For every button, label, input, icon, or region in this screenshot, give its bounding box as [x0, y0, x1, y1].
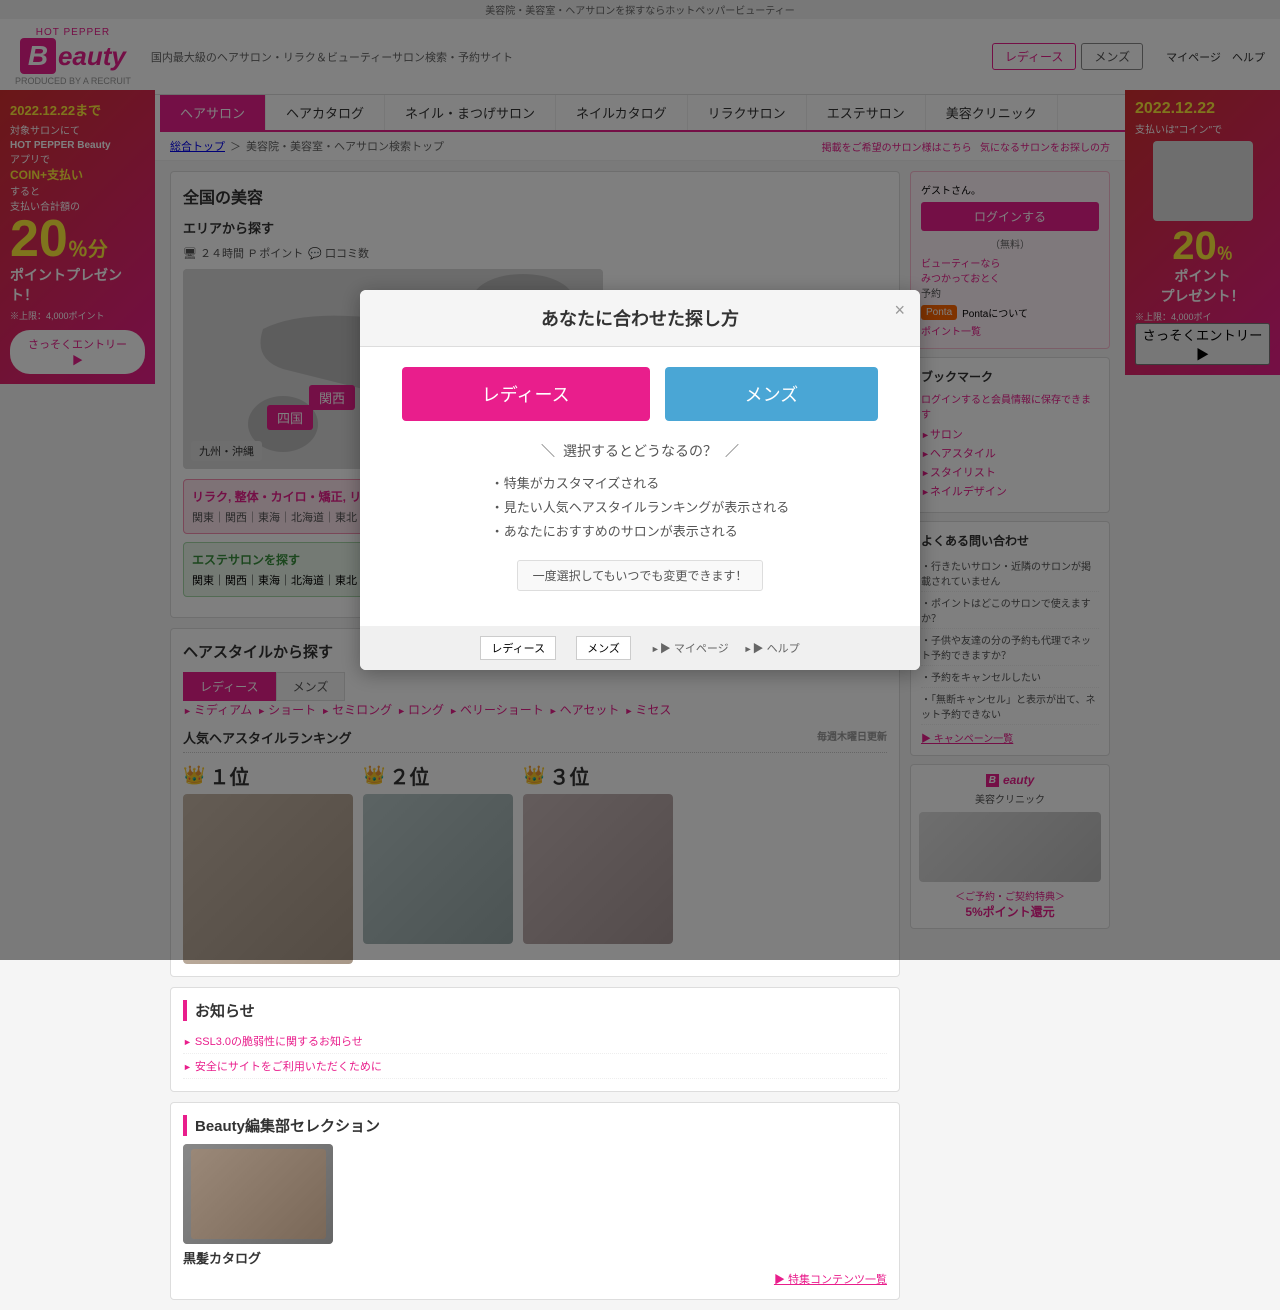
selection-grid: 黒髪カタログ — [183, 1144, 887, 1267]
selection-item-1: 黒髪カタログ — [183, 1144, 333, 1267]
news-section: お知らせ SSL3.0の脆弱性に関するお知らせ 安全にサイトをご利用いただくため… — [170, 987, 900, 1092]
modal-ladies-button[interactable]: レディース — [402, 367, 650, 421]
selection-image-1[interactable] — [183, 1144, 333, 1244]
modal-body: レディース メンズ 選択するとどうなるの？ 特集がカスタマイズされる 見たい人気… — [360, 347, 920, 626]
modal-note: 一度選択してもいつでも変更できます！ — [517, 560, 764, 591]
modal-footer: レディース メンズ ▶ マイページ ▶ ヘルプ — [360, 626, 920, 670]
modal-benefits: 特集がカスタマイズされる 見たい人気ヘアスタイルランキングが表示される あなたに… — [491, 473, 790, 545]
news-title: お知らせ — [183, 1000, 887, 1021]
news-link-1[interactable]: SSL3.0の脆弱性に関するお知らせ — [183, 1036, 363, 1048]
modal-benefit-1: 特集がカスタマイズされる — [491, 473, 790, 492]
news-item-2: 安全にサイトをご利用いただくために — [183, 1054, 887, 1079]
modal-mens-button[interactable]: メンズ — [665, 367, 879, 421]
news-item-1: SSL3.0の脆弱性に関するお知らせ — [183, 1029, 887, 1054]
modal-benefit-3: あなたにおすすめのサロンが表示される — [491, 521, 790, 540]
modal-benefit-2: 見たい人気ヘアスタイルランキングが表示される — [491, 497, 790, 516]
modal-header: あなたに合わせた探し方 × — [360, 290, 920, 347]
modal-buttons: レディース メンズ — [380, 367, 900, 421]
modal-select-label: 選択するとどうなるの？ — [380, 441, 900, 461]
modal-footer-mypage[interactable]: ▶ マイページ — [651, 640, 729, 656]
selection-label-1: 黒髪カタログ — [183, 1248, 333, 1267]
modal-dialog: あなたに合わせた探し方 × レディース メンズ 選択するとどうなるの？ 特集がカ… — [360, 290, 920, 670]
modal-footer-ladies-tab[interactable]: レディース — [480, 636, 556, 660]
modal-footer-help[interactable]: ▶ ヘルプ — [744, 640, 800, 656]
modal-title: あなたに合わせた探し方 — [380, 305, 900, 331]
beauty-sel-title: Beauty編集部セレクション — [183, 1115, 887, 1136]
modal-footer-mens-tab[interactable]: メンズ — [576, 636, 631, 660]
modal-footer-links: ▶ マイページ ▶ ヘルプ — [651, 640, 800, 656]
modal-close-button[interactable]: × — [894, 300, 905, 321]
modal-overlay[interactable]: あなたに合わせた探し方 × レディース メンズ 選択するとどうなるの？ 特集がカ… — [0, 0, 1280, 960]
news-link-2[interactable]: 安全にサイトをご利用いただくために — [183, 1061, 382, 1073]
beauty-selection: Beauty編集部セレクション 黒髪カタログ ▶ 特集コンテンツ一覧 — [170, 1102, 900, 1300]
selection-more-link[interactable]: ▶ 特集コンテンツ一覧 — [183, 1271, 887, 1287]
